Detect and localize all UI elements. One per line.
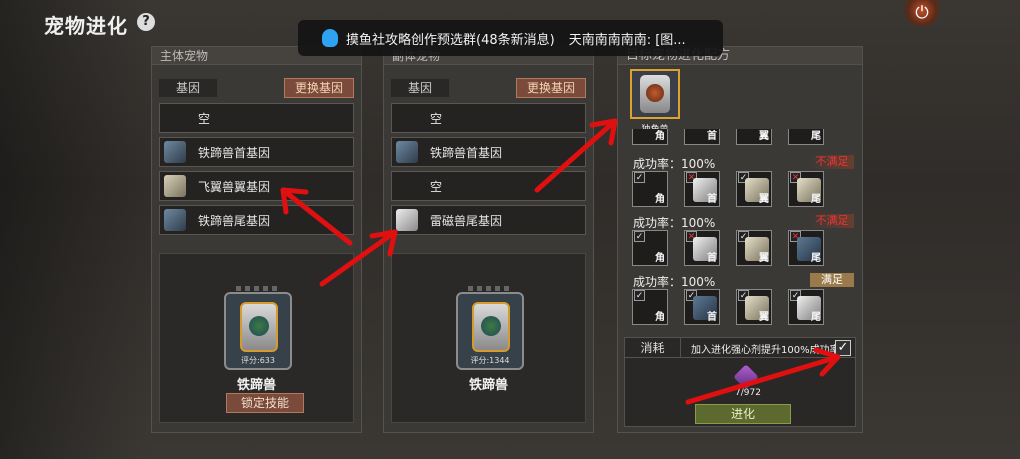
consume-checkbox[interactable]: ✓ [835,340,851,356]
partial-slot-label: 翼 [759,131,769,142]
success-rate: 成功率：100% [633,275,716,289]
consume-section: 消耗 加入进化强心剂提升100%成功率 ✓ 7/972 进化 [624,337,856,427]
qq-icon [322,29,338,47]
partial-slot-label: 尾 [811,131,821,142]
slot-part-label: 角 [655,194,665,205]
recipe-slot[interactable]: ✓ 翼 [736,289,772,325]
slot-part-label: 尾 [811,253,821,264]
horse-head-icon [396,141,418,163]
recipe-slot[interactable]: ✓ 翼 [736,230,772,266]
swap-gene-button[interactable]: 更换基因 [516,78,586,98]
gene-slot-label: 铁蹄兽尾基因 [198,213,271,228]
gene-slot-label: 空 [430,111,443,126]
slot-part-label: 角 [655,312,665,323]
consume-label: 消耗 [625,338,681,358]
gene-slot-1[interactable]: 空 [391,103,586,133]
help-icon[interactable]: ? [137,13,155,31]
gene-slot-3[interactable]: 空 [391,171,586,201]
gene-slot-label: 铁蹄兽首基因 [198,145,271,160]
slot-part-label: 翼 [759,194,769,205]
sub-pet-card[interactable]: 评分:1344 [456,286,524,370]
slot-part-label: 翼 [759,312,769,323]
recipe-slot[interactable]: ✕ 尾 [788,171,824,207]
recipe-slot[interactable]: ✕ 首 [684,171,720,207]
check-icon: ✓ [634,231,645,242]
target-recipe-panel: 目标宠物进化配方 独角兽 角 首 翼 尾 成功率：100%不满足✓角✕首✓翼✕尾… [617,46,863,433]
recipe-slot[interactable]: ✓ 尾 [788,289,824,325]
recipe-status-badge: 不满足 [810,155,854,169]
recipe-slot[interactable]: ✓ 角 [632,171,668,207]
recipe-row: 成功率：100% 不满足 ✓ 角 ✕ 首 ✓ 翼 ✕ 尾 [624,214,856,274]
pet-score: 评分:1344 [470,356,510,365]
main-pet-display: 评分:633 铁蹄兽 锁定技能 [159,253,354,423]
recipe-slot[interactable]: ✕ 首 [684,230,720,266]
check-icon: ✓ [634,290,645,301]
recipe-row: 成功率：100% 满足 ✓ 角 ✓ 首 ✓ 翼 ✓ 尾 [624,273,856,333]
gene-label: 基因 [391,79,449,97]
success-rate: 成功率：100% [633,157,716,171]
target-pet-card[interactable] [630,69,680,119]
gene-slot-2[interactable]: 铁蹄兽首基因 [391,137,586,167]
slot-part-label: 首 [707,194,717,205]
gene-slot-4[interactable]: 雷磁兽尾基因 [391,205,586,235]
main-pet-panel: 主体宠物 基因 更换基因 空 铁蹄兽首基因 飞翼兽翼基因 铁蹄兽尾基因 评分:6… [151,46,362,433]
gene-slot-label: 铁蹄兽首基因 [430,145,503,160]
notification-sender: 天南南南南南: [图... [568,32,686,48]
lock-skill-button[interactable]: 锁定技能 [226,393,304,413]
power-icon: ⏻ [915,3,929,23]
gene-slot-label: 飞翼兽翼基因 [198,179,271,194]
sub-pet-display: 评分:1344 铁蹄兽 [391,253,586,423]
unicorn-tag-icon [640,75,670,113]
success-rate: 成功率：100% [633,216,716,230]
recipe-row: 成功率：100% 不满足 ✓ 角 ✕ 首 ✓ 翼 ✕ 尾 [624,155,856,215]
gene-slot-4[interactable]: 铁蹄兽尾基因 [159,205,354,235]
check-icon: ✓ [634,172,645,183]
recipe-scroll-partial: 角 首 翼 尾 [632,129,856,149]
partial-slot-label: 首 [707,131,717,142]
horse-tail-icon [164,209,186,231]
gene-slot-label: 空 [430,179,443,194]
gene-slot-label: 空 [198,111,211,126]
recipe-slot[interactable]: ✓ 角 [632,230,668,266]
consume-count: 7/972 [735,388,761,398]
thunder-tail-icon [396,209,418,231]
slot-part-label: 翼 [759,253,769,264]
sub-pet-name: 铁蹄兽 [468,378,508,393]
slot-part-label: 尾 [811,194,821,205]
main-pet-card[interactable]: 评分:633 [224,286,292,370]
gene-slot-3[interactable]: 飞翼兽翼基因 [159,171,354,201]
sub-pet-panel: 副体宠物 基因 更换基因 空 铁蹄兽首基因 空 雷磁兽尾基因 评分:1344 铁… [383,46,594,433]
consume-description: 加入进化强心剂提升100%成功率 [691,345,840,356]
recipe-status-badge: 不满足 [810,214,854,228]
main-pet-name: 铁蹄兽 [236,378,276,393]
gene-label: 基因 [159,79,217,97]
slot-part-label: 角 [655,253,665,264]
power-button[interactable]: ⏻ [905,0,939,26]
recipe-slot[interactable]: ✕ 尾 [788,230,824,266]
pet-tag-icon [472,302,510,352]
pet-score: 评分:633 [241,356,275,365]
chat-notification[interactable]: 摸鱼社攻略创作预选群(48条新消息) 天南南南南南: [图... [298,20,723,56]
notification-message: 摸鱼社攻略创作预选群(48条新消息) [346,32,555,48]
gene-slot-label: 雷磁兽尾基因 [430,213,503,228]
gene-slot-2[interactable]: 铁蹄兽首基因 [159,137,354,167]
recipe-slot[interactable]: ✓ 首 [684,289,720,325]
wing-beast-icon [164,175,186,197]
slot-part-label: 尾 [811,312,821,323]
gene-slot-1[interactable]: 空 [159,103,354,133]
recipe-slot[interactable]: ✓ 角 [632,289,668,325]
swap-gene-button[interactable]: 更换基因 [284,78,354,98]
slot-part-label: 首 [707,312,717,323]
pet-tag-icon [240,302,278,352]
slot-part-label: 首 [707,253,717,264]
partial-slot-label: 角 [655,131,665,142]
recipe-status-badge: 满足 [810,273,854,287]
recipe-slot[interactable]: ✓ 翼 [736,171,772,207]
potion-icon [733,364,759,390]
horse-head-icon [164,141,186,163]
evolve-button[interactable]: 进化 [695,404,791,424]
page-title: 宠物进化 [44,14,128,38]
